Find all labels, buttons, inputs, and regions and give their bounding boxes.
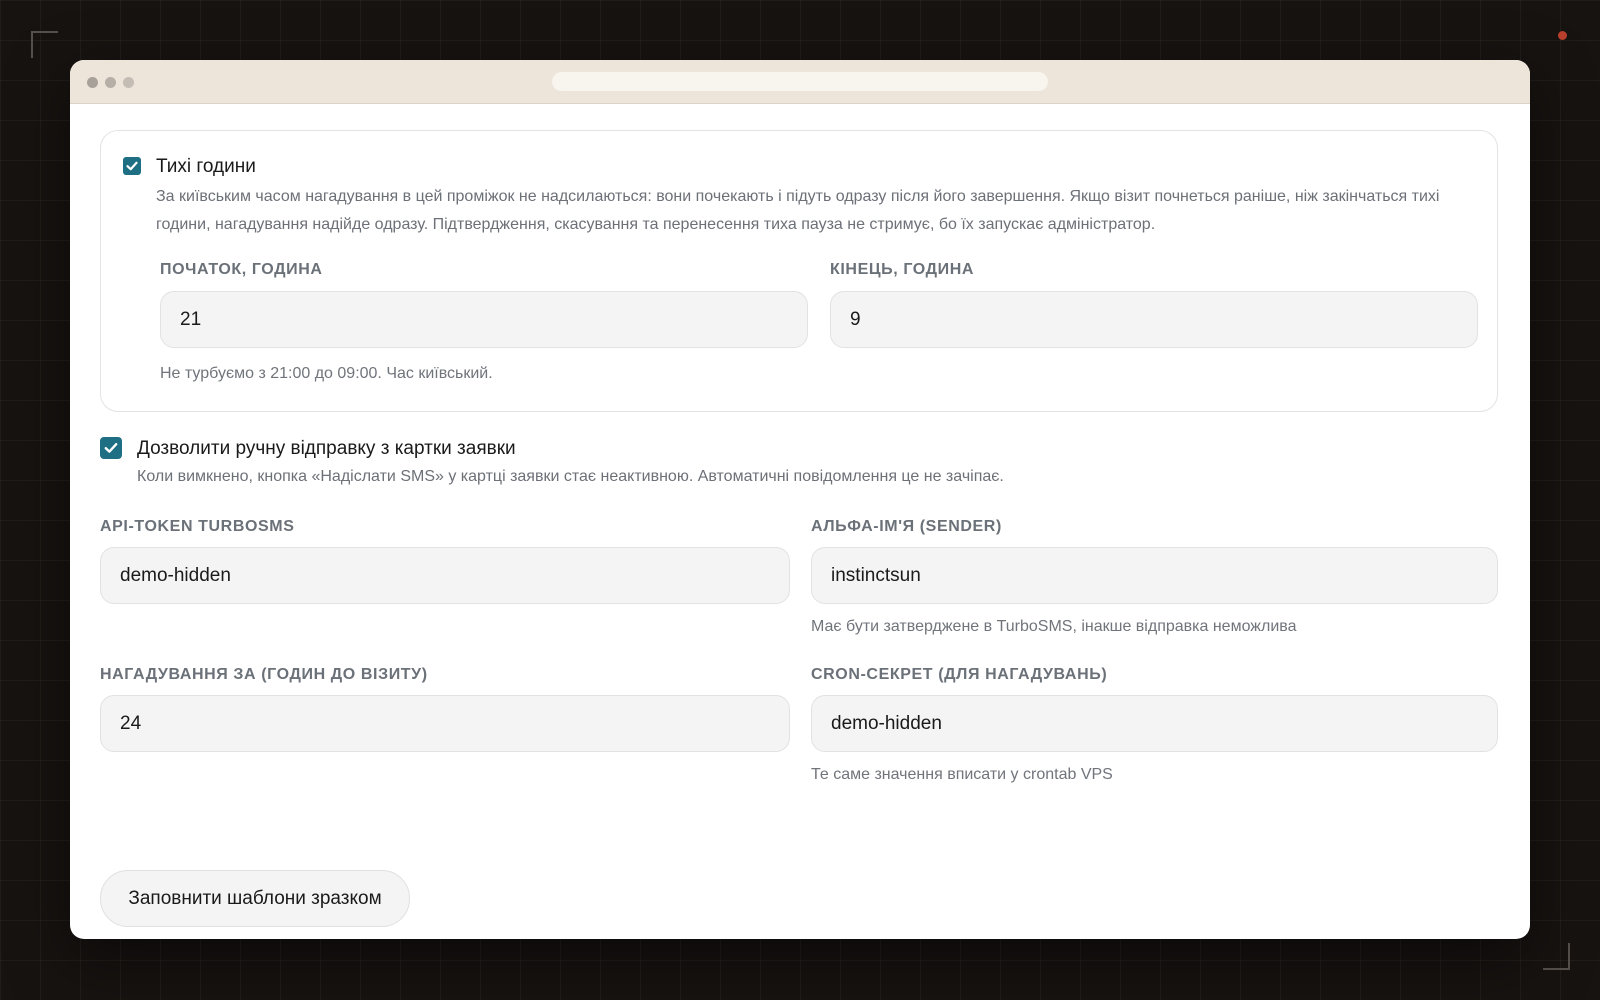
alpha-name-label: АЛЬФА-ІМ'Я (SENDER) xyxy=(811,518,1002,535)
checkmark-icon xyxy=(104,443,118,453)
quiet-hours-description: За київським часом нагадування в цей про… xyxy=(156,188,1440,233)
cron-secret-label: CRON-СЕКРЕТ (ДЛЯ НАГАДУВАНЬ) xyxy=(811,666,1108,683)
manual-send-description: Коли вимкнено, кнопка «Надіслати SMS» у … xyxy=(137,468,1004,485)
manual-send-title: Дозволити ручну відправку з картки заявк… xyxy=(137,438,516,459)
settings-content: Тихі години За київським часом нагадуван… xyxy=(70,104,1530,939)
cron-secret-hint: Те саме значення вписати у crontab VPS xyxy=(811,766,1113,783)
cron-secret-input[interactable] xyxy=(811,695,1498,752)
alpha-name-hint: Має бути затверджене в TurboSMS, інакше … xyxy=(811,618,1297,635)
quiet-end-input[interactable] xyxy=(830,291,1478,348)
quiet-hours-checkbox[interactable] xyxy=(123,157,141,175)
frame-corner-top-left xyxy=(31,31,58,58)
api-token-input[interactable] xyxy=(100,547,790,604)
window-titlebar xyxy=(70,60,1530,104)
quiet-start-input[interactable] xyxy=(160,291,808,348)
fill-templates-button[interactable]: Заповнити шаблони зразком xyxy=(100,870,410,927)
quiet-end-label: КІНЕЦЬ, ГОДИНА xyxy=(830,261,975,278)
alpha-name-input[interactable] xyxy=(811,547,1498,604)
quiet-hours-summary: Не турбуємо з 21:00 до 09:00. Час київсь… xyxy=(160,365,493,382)
api-token-label: API-TOKEN TURBOSMS xyxy=(100,518,295,535)
frame-corner-bottom-right xyxy=(1543,943,1570,970)
manual-send-checkbox[interactable] xyxy=(100,437,122,459)
browser-window: Тихі години За київським часом нагадуван… xyxy=(70,60,1530,939)
minimize-window-dot[interactable] xyxy=(105,77,116,88)
address-bar[interactable] xyxy=(552,72,1048,91)
window-controls xyxy=(87,77,134,88)
quiet-hours-title: Тихі години xyxy=(156,156,256,177)
quiet-hours-card: Тихі години За київським часом нагадуван… xyxy=(100,130,1498,412)
record-indicator-dot xyxy=(1558,31,1567,40)
reminder-hours-label: НАГАДУВАННЯ ЗА (ГОДИН ДО ВІЗИТУ) xyxy=(100,666,428,683)
quiet-start-label: ПОЧАТОК, ГОДИНА xyxy=(160,261,323,278)
checkmark-icon xyxy=(126,161,138,171)
reminder-hours-input[interactable] xyxy=(100,695,790,752)
maximize-window-dot[interactable] xyxy=(123,77,134,88)
close-window-dot[interactable] xyxy=(87,77,98,88)
